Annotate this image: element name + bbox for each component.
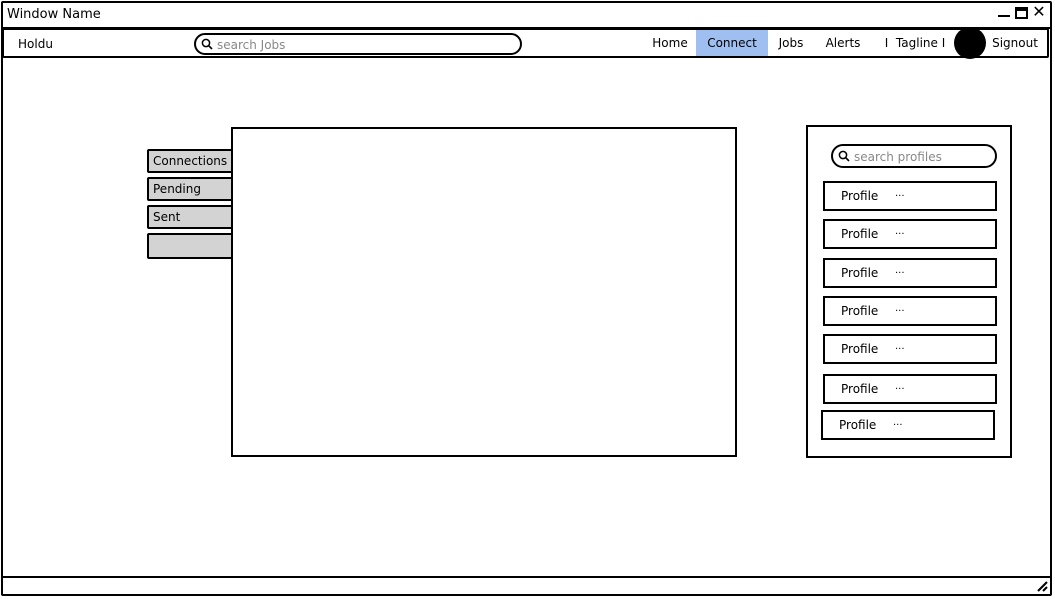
profile-more: ... xyxy=(895,188,905,199)
close-icon[interactable]: ✕ xyxy=(1032,4,1046,20)
profile-item[interactable]: Profile ... xyxy=(823,374,997,404)
profile-item[interactable]: Profile ... xyxy=(823,181,997,211)
maximize-icon[interactable] xyxy=(1015,7,1028,19)
job-search-input[interactable] xyxy=(215,36,514,54)
search-icon xyxy=(838,150,850,162)
profile-item[interactable]: Profile ... xyxy=(823,258,997,288)
nav-jobs[interactable]: Jobs xyxy=(768,30,814,56)
profile-label: Profile xyxy=(841,266,879,280)
tab-empty[interactable] xyxy=(147,233,233,259)
profile-label: Profile xyxy=(841,382,879,396)
profile-label: Profile xyxy=(841,304,879,318)
search-icon xyxy=(201,38,213,50)
profile-search xyxy=(831,144,997,168)
nav-connect[interactable]: Connect xyxy=(696,30,768,56)
profiles-panel: Profile ... Profile ... Profile ... Prof… xyxy=(806,125,1012,458)
avatar[interactable] xyxy=(954,27,986,59)
top-navbar: Holdu Home Connect Jobs Alerts I Tagline… xyxy=(2,27,1049,59)
profile-more: ... xyxy=(895,226,905,237)
profile-label: Profile xyxy=(841,227,879,241)
minimize-icon[interactable] xyxy=(997,5,1011,19)
tab-connections[interactable]: Connections xyxy=(147,149,233,173)
brand-logo[interactable]: Holdu xyxy=(18,37,53,51)
tab-sent[interactable]: Sent xyxy=(147,205,233,229)
window-title: Window Name xyxy=(7,7,101,22)
profile-more: ... xyxy=(895,341,905,352)
profile-label: Profile xyxy=(841,189,879,203)
profile-item[interactable]: Profile ... xyxy=(823,219,997,249)
profile-label: Profile xyxy=(841,342,879,356)
nav-signout[interactable]: Signout xyxy=(988,30,1042,56)
profile-label: Profile xyxy=(839,418,877,432)
profile-more: ... xyxy=(895,381,905,392)
profile-item[interactable]: Profile ... xyxy=(821,410,995,440)
resize-grip-icon[interactable] xyxy=(1036,580,1048,592)
profile-item[interactable]: Profile ... xyxy=(823,334,997,364)
nav-home[interactable]: Home xyxy=(644,30,696,56)
status-bar xyxy=(3,576,1050,594)
profile-search-input[interactable] xyxy=(852,148,994,166)
tab-pending[interactable]: Pending xyxy=(147,177,233,201)
nav-alerts[interactable]: Alerts xyxy=(814,30,872,56)
profile-item[interactable]: Profile ... xyxy=(823,296,997,326)
tagline: I Tagline I xyxy=(884,36,946,50)
window-controls: ✕ xyxy=(997,4,1046,20)
main-content-panel xyxy=(231,127,737,457)
profile-more: ... xyxy=(895,265,905,276)
profile-more: ... xyxy=(893,417,903,428)
job-search xyxy=(194,33,522,55)
title-bar: Window Name ✕ xyxy=(3,3,1050,29)
profile-more: ... xyxy=(895,303,905,314)
